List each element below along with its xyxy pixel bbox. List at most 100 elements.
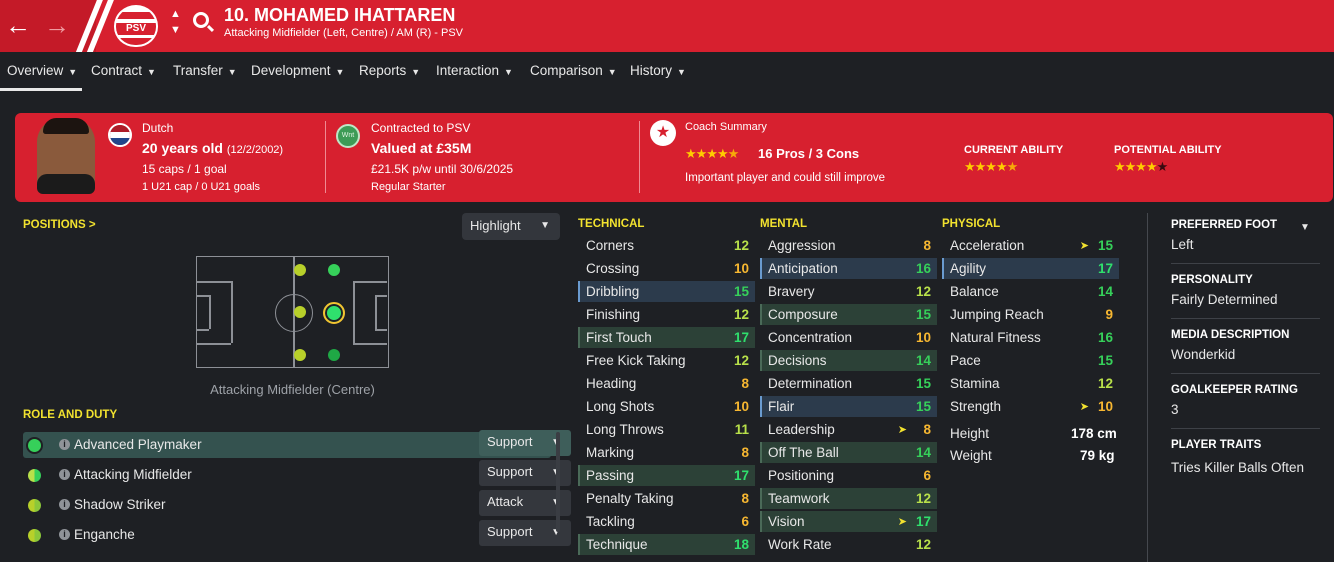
tab-interaction[interactable]: Interaction ▼	[436, 63, 513, 78]
attribute-row[interactable]: Dribbling 15	[578, 281, 755, 302]
position-dot[interactable]	[294, 349, 306, 361]
attribute-row[interactable]: Determination 15	[760, 373, 937, 394]
role-name: Shadow Striker	[74, 497, 166, 512]
attribute-row[interactable]: Jumping Reach 9	[942, 304, 1119, 325]
tab-transfer[interactable]: Transfer ▼	[173, 63, 237, 78]
arrow-right-icon[interactable]: →	[44, 10, 70, 40]
info-icon[interactable]: i	[59, 469, 70, 480]
attribute-row[interactable]: Agility 17	[942, 258, 1119, 279]
attribute-row[interactable]: Long Throws 11	[578, 419, 755, 440]
attribute-row[interactable]: Teamwork 12	[760, 488, 937, 509]
position-dot[interactable]	[326, 262, 342, 278]
search-icon[interactable]	[193, 12, 209, 28]
attribute-row[interactable]: Pace 15	[942, 350, 1119, 371]
attribute-value: 17	[733, 468, 749, 483]
chevron-up-icon[interactable]: ▲	[170, 8, 181, 20]
info-icon[interactable]: i	[59, 439, 70, 450]
attribute-row[interactable]: Strength ➤ 10	[942, 396, 1119, 417]
player-summary-panel: Dutch 20 years old (12/2/2002) 15 caps /…	[15, 113, 1333, 202]
attribute-row[interactable]: Crossing 10	[578, 258, 755, 279]
attribute-name: Tackling	[586, 514, 635, 529]
attribute-name: Pace	[950, 353, 981, 368]
attribute-row[interactable]: Marking 8	[578, 442, 755, 463]
attribute-row[interactable]: Heading 8	[578, 373, 755, 394]
attribute-value: 15	[915, 376, 931, 391]
attribute-row[interactable]: Technique 18	[578, 534, 755, 555]
role-row-advanced-playmaker[interactable]: i Advanced Playmaker Support▼	[23, 430, 571, 458]
player-position-club: Attacking Midfielder (Left, Centre) / AM…	[224, 27, 464, 39]
attribute-row[interactable]: Vision ➤ 17	[760, 511, 937, 532]
attribute-row[interactable]: First Touch 17	[578, 327, 755, 348]
attribute-row[interactable]: Flair 15	[760, 396, 937, 417]
attribute-row[interactable]: Leadership ➤ 8	[760, 419, 937, 440]
divider	[1171, 318, 1320, 319]
age-text: 20 years old	[142, 140, 223, 156]
tab-comparison[interactable]: Comparison ▼	[530, 63, 617, 78]
info-icon[interactable]: i	[59, 499, 70, 510]
preferred-foot-value: Left	[1171, 237, 1194, 252]
role-rating-icon	[26, 437, 43, 454]
tab-reports[interactable]: Reports ▼	[359, 63, 420, 78]
tab-history[interactable]: History ▼	[630, 63, 686, 78]
attribute-name: Bravery	[768, 284, 815, 299]
attribute-row[interactable]: Natural Fitness 16	[942, 327, 1119, 348]
attribute-row[interactable]: Corners 12	[578, 235, 755, 256]
chevron-down-icon[interactable]: ▼	[1300, 222, 1310, 233]
attribute-row[interactable]: Anticipation 16	[760, 258, 937, 279]
attribute-value: 8	[741, 376, 749, 391]
role-row-shadow-striker[interactable]: i Shadow Striker Attack▼	[23, 490, 571, 518]
attribute-name: Balance	[950, 284, 999, 299]
player-name: 10. MOHAMED IHATTAREN	[224, 5, 456, 25]
role-row-enganche[interactable]: i Enganche Support ▼	[23, 520, 571, 548]
attribute-row[interactable]: Balance 14	[942, 281, 1119, 302]
contract-status-badge[interactable]: Wnt	[336, 124, 360, 148]
attribute-row[interactable]: Free Kick Taking 12	[578, 350, 755, 371]
position-dot[interactable]	[294, 306, 306, 318]
attribute-value: 17	[915, 514, 931, 529]
role-rating-icon	[26, 467, 43, 484]
position-dot[interactable]	[328, 349, 340, 361]
attribute-row[interactable]: Composure 15	[760, 304, 937, 325]
attribute-row[interactable]: Work Rate 12	[760, 534, 937, 555]
attribute-name: Concentration	[768, 330, 853, 345]
attribute-row[interactable]: Aggression 8	[760, 235, 937, 256]
tab-contract[interactable]: Contract ▼	[91, 63, 156, 78]
pros-cons[interactable]: 16 Pros / 3 Cons	[758, 146, 859, 161]
attribute-row[interactable]: Acceleration ➤ 15	[942, 235, 1119, 256]
attribute-row[interactable]: Positioning 6	[760, 465, 937, 486]
attribute-name: Finishing	[586, 307, 641, 322]
player-trait[interactable]: Tries Killer Balls Often	[1171, 460, 1304, 475]
highlight-dropdown[interactable]: Highlight ▼	[462, 213, 560, 240]
positions-title[interactable]: POSITIONS >	[23, 219, 96, 231]
attribute-row[interactable]: Long Shots 10	[578, 396, 755, 417]
attribute-row[interactable]: Finishing 12	[578, 304, 755, 325]
position-dot-selected[interactable]	[323, 302, 345, 324]
club-crest-icon[interactable]: PSV	[114, 5, 158, 47]
player-portrait[interactable]	[37, 118, 95, 194]
roles-scrollbar[interactable]	[556, 432, 560, 532]
attribute-name: Leadership	[768, 422, 835, 437]
role-row-attacking-midfielder[interactable]: i Attacking Midfielder Support▼	[23, 460, 571, 488]
attribute-row[interactable]: Penalty Taking 8	[578, 488, 755, 509]
attribute-row[interactable]: Bravery 12	[760, 281, 937, 302]
attribute-value: 16	[915, 261, 931, 276]
netherlands-flag-icon[interactable]	[108, 123, 132, 147]
attribute-row[interactable]: Decisions 14	[760, 350, 937, 371]
info-icon[interactable]: i	[59, 529, 70, 540]
attribute-row[interactable]: Concentration 10	[760, 327, 937, 348]
attribute-row[interactable]: Stamina 12	[942, 373, 1119, 394]
physical-title: PHYSICAL	[942, 218, 1001, 230]
attribute-name: Dribbling	[586, 284, 640, 299]
attribute-row[interactable]: Off The Ball 14	[760, 442, 937, 463]
attribute-row[interactable]: Tackling 6	[578, 511, 755, 532]
potential-ability-label: POTENTIAL ABILITY	[1114, 144, 1222, 156]
tab-overview[interactable]: Overview ▼	[0, 63, 83, 91]
attribute-row[interactable]: Passing 17	[578, 465, 755, 486]
position-dot[interactable]	[294, 264, 306, 276]
chevron-down-icon: ▼	[540, 220, 550, 231]
chevron-down-icon[interactable]: ▼	[170, 24, 181, 36]
tab-development[interactable]: Development ▼	[251, 63, 344, 78]
attribute-value: 8	[923, 238, 931, 253]
arrow-left-icon[interactable]: ←	[5, 10, 31, 40]
attribute-value: 18	[733, 537, 749, 552]
